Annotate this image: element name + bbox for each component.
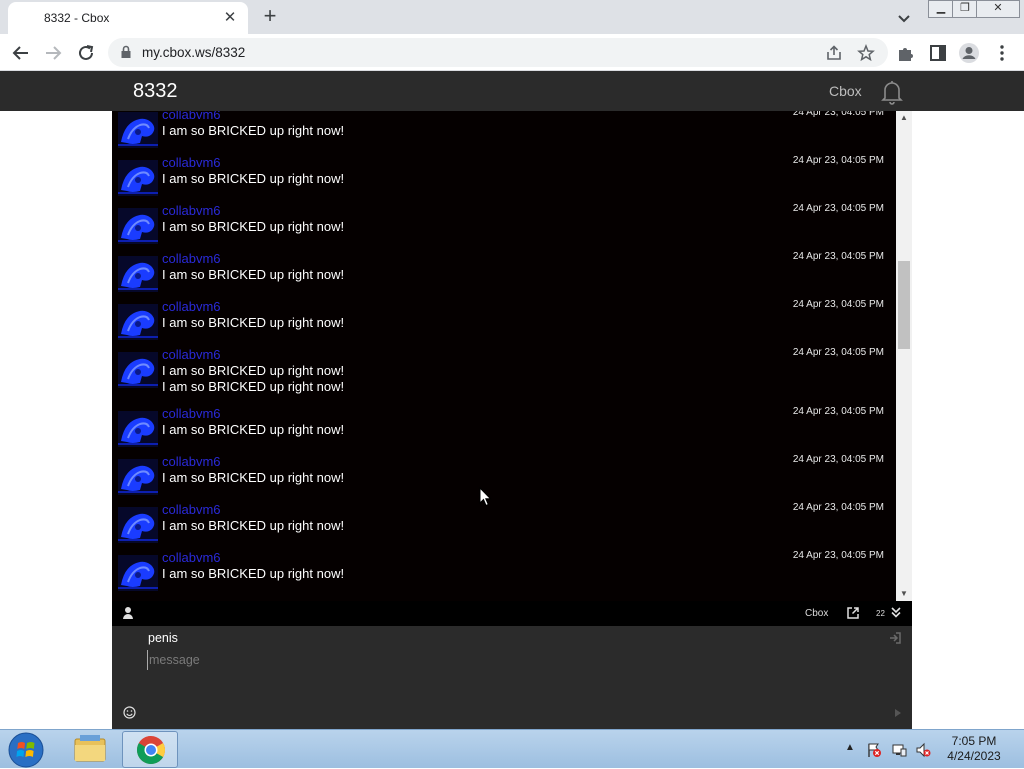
address-bar[interactable]: my.cbox.ws/8332	[108, 38, 888, 67]
cbox-page: 8332 Cbox collabvm6 I am so BRICKED up ri…	[0, 71, 1024, 729]
lock-icon[interactable]	[119, 45, 133, 59]
restore-button[interactable]: ❐	[952, 0, 978, 18]
system-clock[interactable]: 7:05 PM 4/24/2023	[944, 734, 1004, 764]
page-title: 8332	[133, 80, 178, 102]
network-icon[interactable]	[891, 742, 907, 758]
bell-icon[interactable]	[880, 79, 904, 105]
message-count: 22	[876, 609, 885, 618]
scroll-down-arrow-icon[interactable]: ▼	[896, 587, 912, 601]
emoji-smiley-icon[interactable]	[123, 706, 136, 719]
login-icon[interactable]	[888, 631, 902, 645]
user-avatar[interactable]	[118, 352, 158, 388]
chat-scrollbar[interactable]: ▲ ▼	[896, 111, 912, 601]
cbox-link[interactable]: Cbox	[829, 83, 862, 99]
message-text: I am so BRICKED up right now!	[162, 267, 345, 282]
message-input[interactable]	[147, 650, 847, 670]
message-username[interactable]: collabvm6	[162, 502, 221, 517]
username-display[interactable]: penis	[148, 631, 178, 645]
message-compose-area: penis	[112, 626, 912, 729]
message-timestamp: 24 Apr 23, 04:05 PM	[792, 550, 884, 561]
user-icon[interactable]	[122, 606, 134, 620]
message-text: I am so BRICKED up right now!	[162, 518, 345, 533]
collapse-chevron-icon[interactable]	[890, 605, 902, 619]
back-arrow-icon[interactable]	[8, 40, 34, 66]
message-text: I am so BRICKED up right now!	[162, 470, 345, 485]
message-text: I am so BRICKED up right now!	[162, 315, 345, 330]
new-tab-button[interactable]: +	[258, 4, 282, 28]
share-icon[interactable]	[825, 44, 843, 62]
send-arrow-icon[interactable]	[894, 708, 902, 718]
cbox-label[interactable]: Cbox	[805, 608, 828, 619]
message-timestamp: 24 Apr 23, 04:05 PM	[792, 406, 884, 417]
clock-time: 7:05 PM	[951, 734, 997, 748]
clock-date: 4/24/2023	[947, 749, 1001, 763]
reload-icon[interactable]	[73, 40, 99, 66]
windows-taskbar: ▲ 7:05 PM 4/24/2023	[0, 729, 1024, 768]
user-avatar[interactable]	[118, 459, 158, 495]
user-avatar[interactable]	[118, 304, 158, 340]
popout-icon[interactable]	[846, 606, 860, 620]
action-center-flag-icon[interactable]	[866, 742, 882, 758]
message-text: I am so BRICKED up right now!	[162, 171, 345, 186]
cbox-header: 8332 Cbox	[0, 71, 1024, 111]
browser-tab-strip: 8332 - Cbox ✕ + ▁ ❐ ✕	[0, 0, 1024, 34]
message-timestamp: 24 Apr 23, 04:05 PM	[792, 299, 884, 310]
message-username[interactable]: collabvm6	[162, 299, 221, 314]
message-timestamp: 24 Apr 23, 04:05 PM	[792, 502, 884, 513]
message-timestamp: 24 Apr 23, 04:05 PM	[792, 155, 884, 166]
profile-avatar-icon[interactable]	[958, 42, 980, 64]
browser-toolbar: my.cbox.ws/8332	[0, 34, 1024, 71]
message-text: I am so BRICKED up right now!	[162, 363, 345, 378]
extensions-puzzle-icon[interactable]	[895, 42, 917, 64]
tab-search-chevron-icon[interactable]	[894, 8, 914, 28]
tab-close-icon[interactable]: ✕	[220, 8, 240, 28]
user-avatar[interactable]	[118, 208, 158, 244]
message-text: I am so BRICKED up right now!	[162, 566, 345, 581]
user-avatar[interactable]	[118, 112, 158, 148]
scrollbar-thumb[interactable]	[898, 261, 910, 349]
chrome-icon	[137, 736, 165, 764]
show-hidden-icons-arrow-icon[interactable]: ▲	[845, 742, 855, 753]
message-text: I am so BRICKED up right now!	[162, 123, 345, 138]
side-panel-icon[interactable]	[927, 42, 949, 64]
message-text: I am so BRICKED up right now!	[162, 379, 345, 394]
scroll-up-arrow-icon[interactable]: ▲	[896, 111, 912, 125]
user-avatar[interactable]	[118, 555, 158, 591]
user-avatar[interactable]	[118, 256, 158, 292]
volume-muted-icon[interactable]	[915, 742, 931, 758]
message-timestamp: 24 Apr 23, 04:05 PM	[792, 454, 884, 465]
forward-arrow-icon[interactable]	[40, 40, 66, 66]
chrome-taskbar-button[interactable]	[122, 731, 178, 768]
message-timestamp: 24 Apr 23, 04:05 PM	[792, 203, 884, 214]
user-avatar[interactable]	[118, 160, 158, 196]
chat-toolbar: Cbox 22	[112, 601, 912, 626]
message-username[interactable]: collabvm6	[162, 111, 221, 122]
browser-tab[interactable]: 8332 - Cbox ✕	[8, 2, 248, 34]
window-close-button[interactable]: ✕	[976, 0, 1020, 18]
message-username[interactable]: collabvm6	[162, 203, 221, 218]
message-timestamp: 24 Apr 23, 04:05 PM	[792, 347, 884, 358]
message-username[interactable]: collabvm6	[162, 550, 221, 565]
tab-title: 8332 - Cbox	[44, 11, 110, 25]
message-timestamp: 24 Apr 23, 04:05 PM	[792, 251, 884, 262]
bookmark-star-icon[interactable]	[857, 44, 875, 62]
message-text: I am so BRICKED up right now!	[162, 219, 345, 234]
message-username[interactable]: collabvm6	[162, 251, 221, 266]
chat-messages[interactable]: collabvm6 I am so BRICKED up right now! 24…	[112, 111, 912, 601]
message-username[interactable]: collabvm6	[162, 155, 221, 170]
message-username[interactable]: collabvm6	[162, 454, 221, 469]
user-avatar[interactable]	[118, 507, 158, 543]
user-avatar[interactable]	[118, 411, 158, 447]
message-timestamp: 24 Apr 23, 04:05 PM	[792, 111, 884, 118]
chrome-menu-icon[interactable]	[991, 42, 1013, 64]
message-text: I am so BRICKED up right now!	[162, 422, 345, 437]
windows-start-icon[interactable]	[6, 731, 46, 769]
url-text: my.cbox.ws/8332	[142, 45, 246, 60]
file-explorer-icon[interactable]	[62, 731, 118, 768]
mouse-cursor-icon	[479, 487, 492, 507]
message-username[interactable]: collabvm6	[162, 406, 221, 421]
message-username[interactable]: collabvm6	[162, 347, 221, 362]
minimize-button[interactable]: ▁	[928, 0, 954, 18]
